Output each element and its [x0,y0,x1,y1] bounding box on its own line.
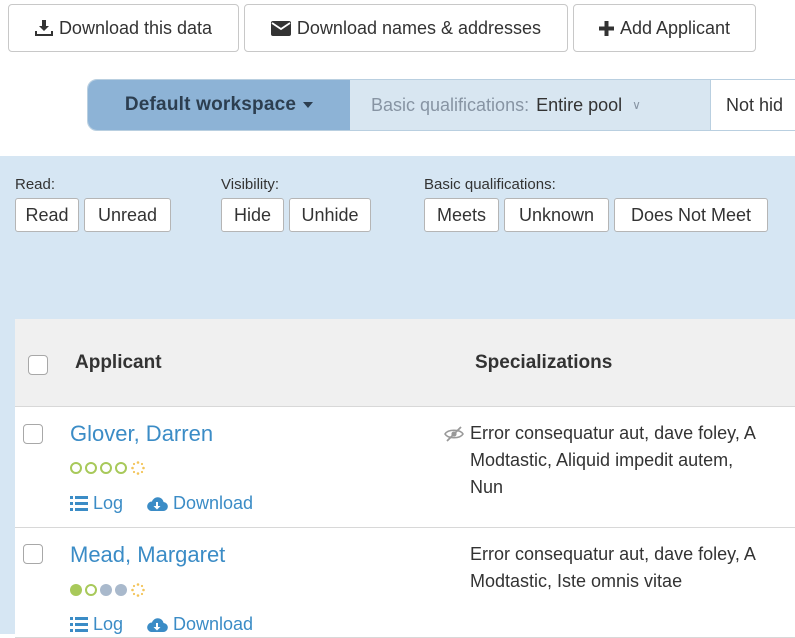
specialization-line: Nun [470,477,504,497]
basic-qualifications-value: Entire pool [536,94,623,115]
download-tray-icon [34,20,53,36]
rating-dot [115,584,127,596]
specialization-line: Modtastic, Aliquid impedit autem, [470,450,734,470]
add-applicant-button[interactable]: Add Applicant [573,4,756,52]
rating-indicator [70,583,145,597]
basic-qualifications-actions-label: Basic qualifications: [424,176,556,193]
rating-dot [85,584,97,596]
row-checkbox[interactable] [23,544,43,564]
rating-dot [70,584,82,596]
visibility-filter[interactable]: Not hid [710,80,795,130]
row-checkbox[interactable] [23,424,43,444]
log-link[interactable]: Log [70,614,123,635]
cloud-download-icon [147,617,168,632]
does-not-meet-button[interactable]: Does Not Meet [614,198,768,232]
unhide-button[interactable]: Unhide [289,198,371,232]
specialization-line: Error consequatur aut, dave foley, A [470,423,756,443]
list-icon [70,617,88,632]
workspace-name: Default workspace [124,94,297,115]
list-icon [70,496,88,511]
envelope-icon [270,20,291,36]
rating-dot [85,462,97,474]
rating-indicator [70,461,145,475]
basic-qualifications-filter[interactable]: Basic qualifications: Entire pool ∨ [350,80,710,130]
download-data-button[interactable]: Download this data [8,4,239,52]
download-link-label: Download [173,614,254,634]
applicant-column-header: Applicant [75,352,162,373]
download-names-button[interactable]: Download names & addresses [244,4,568,52]
sparkle-icon [131,461,145,475]
rating-dot [100,462,112,474]
log-link-label: Log [93,614,124,634]
rating-dot [100,584,112,596]
eye-slash-icon[interactable] [443,426,465,442]
specialization-line: Modtastic, Iste omnis vitae [470,571,683,591]
meets-button[interactable]: Meets [424,198,499,232]
workspace-bar: Default workspace Basic qualifications: … [87,79,795,131]
applicant-name-link[interactable]: Glover, Darren [70,421,213,447]
unknown-button[interactable]: Unknown [504,198,609,232]
visibility-filter-value: Not hid [726,94,784,115]
basic-qualifications-label: Basic qualifications: [371,94,530,115]
mark-unread-button[interactable]: Unread [84,198,171,232]
cloud-download-icon [147,496,168,511]
download-names-label: Download names & addresses [296,17,542,38]
workspace-dropdown[interactable]: Default workspace [88,80,350,130]
download-link-label: Download [173,493,254,513]
plus-icon [598,20,614,36]
add-applicant-label: Add Applicant [619,17,731,38]
mark-read-button[interactable]: Read [15,198,79,232]
log-link-label: Log [93,493,124,513]
specializations-cell: Error consequatur aut, dave foley, A Mod… [470,420,795,501]
hide-button[interactable]: Hide [221,198,284,232]
caret-down-icon [303,102,314,108]
specialization-line: Error consequatur aut, dave foley, A [470,544,756,564]
download-link[interactable]: Download [146,614,253,635]
table-row: Glover, Darren Log Download Error conseq… [15,407,795,528]
specializations-column-header: Specializations [475,352,613,373]
table-header: Applicant Specializations [15,319,795,407]
rating-dot [70,462,82,474]
table-row: Mead, Margaret Log Download Error conseq… [15,528,795,638]
read-filter-label: Read: [15,176,56,193]
download-data-label: Download this data [58,17,213,38]
applicants-table: Applicant Specializations Glover, Darren [15,319,795,638]
applicant-name-link[interactable]: Mead, Margaret [70,542,225,568]
visibility-label: Visibility: [221,176,280,193]
log-link[interactable]: Log [70,493,123,514]
sparkle-icon [131,583,145,597]
specializations-cell: Error consequatur aut, dave foley, A Mod… [470,541,795,595]
chevron-down-icon: ∨ [632,98,641,112]
rating-dot [115,462,127,474]
select-all-checkbox[interactable] [28,355,48,375]
download-link[interactable]: Download [146,493,253,514]
